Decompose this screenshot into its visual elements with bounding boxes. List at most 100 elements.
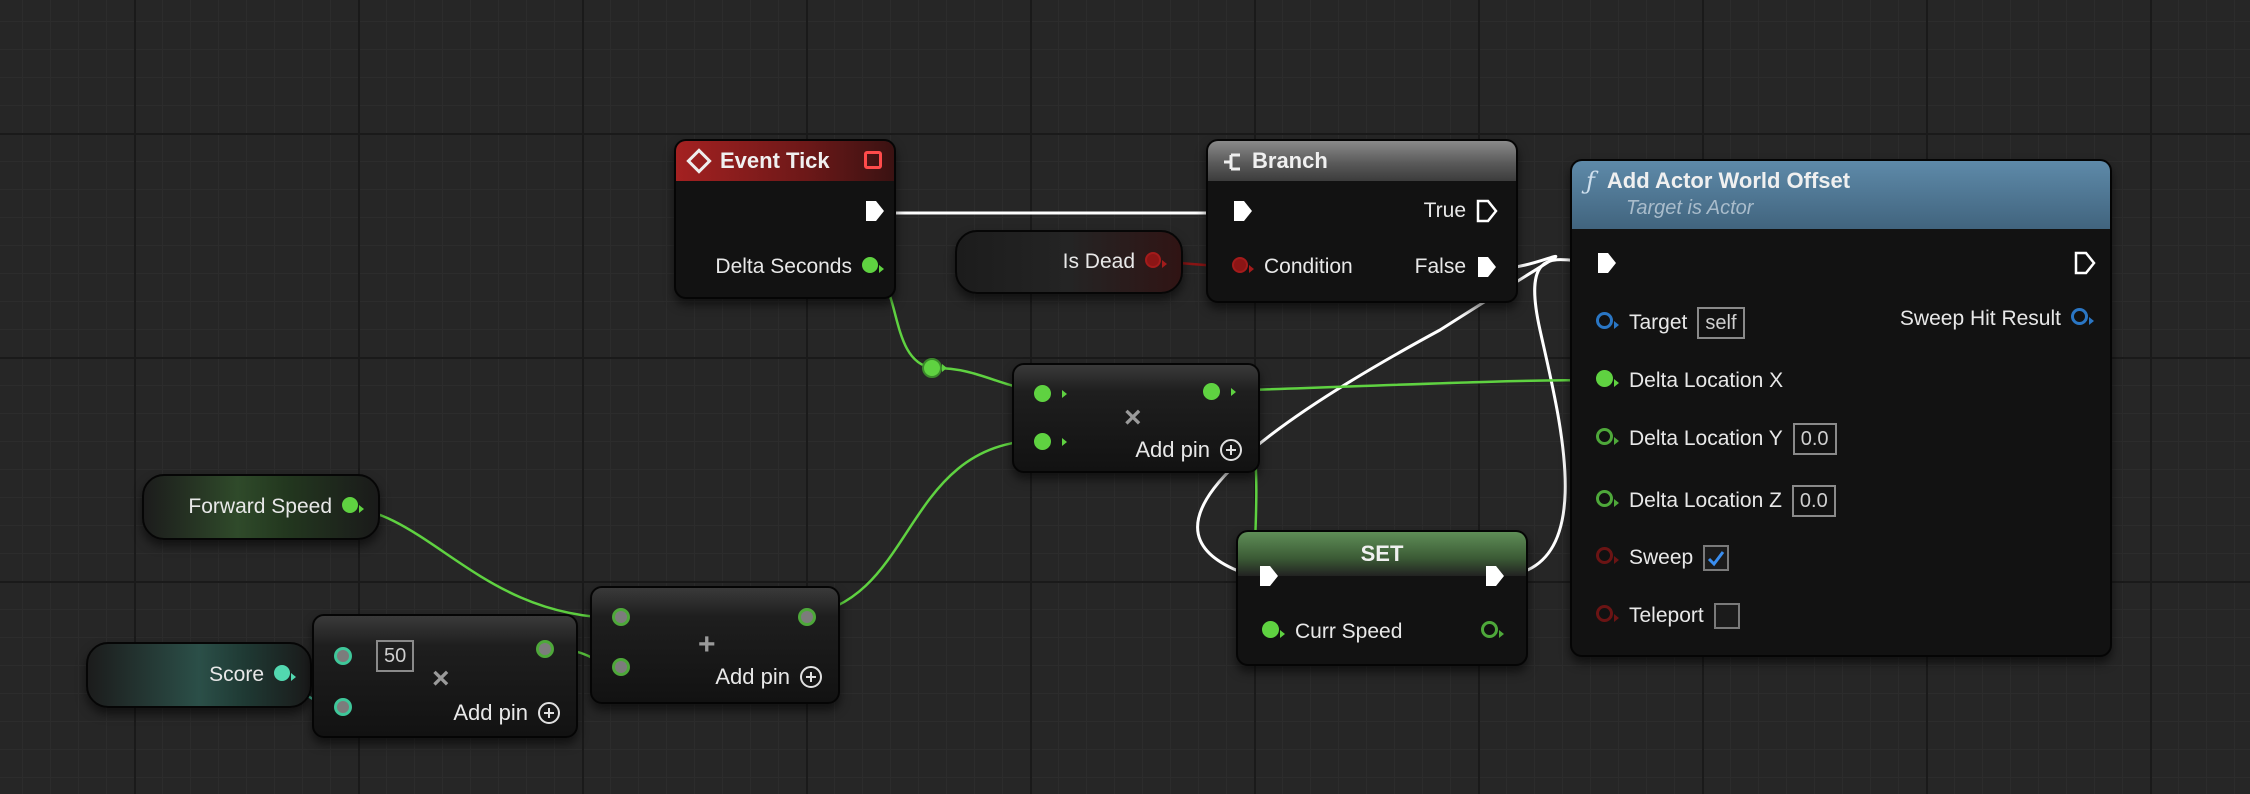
- checkmark-icon: [1708, 551, 1725, 567]
- function-icon: ƒ: [1586, 167, 1595, 195]
- exec-in-icon[interactable]: [1232, 199, 1254, 223]
- delta-x-row[interactable]: Delta Location X: [1596, 369, 1783, 393]
- sweep-pin[interactable]: [1596, 546, 1619, 570]
- add-pin-icon[interactable]: [1220, 439, 1242, 461]
- target-row[interactable]: Target self: [1596, 307, 1745, 339]
- sweep-hit-result-label: Sweep Hit Result: [1899, 307, 2061, 330]
- sweep-hit-result-row[interactable]: Sweep Hit Result: [1900, 307, 2094, 331]
- forward-speed-pin[interactable]: [342, 495, 364, 519]
- event-tick-title: Event Tick: [720, 148, 830, 173]
- sweep-row[interactable]: Sweep: [1596, 545, 1730, 571]
- add-input-b[interactable]: [612, 658, 630, 676]
- set-exec-out[interactable]: [1484, 564, 1506, 588]
- teleport-pin[interactable]: [1596, 604, 1619, 628]
- curr-speed-input-row[interactable]: Curr Speed: [1262, 620, 1402, 644]
- delta-x-label: Delta Location X: [1629, 369, 1784, 392]
- set-header: SET: [1238, 532, 1526, 576]
- offset-exec-in[interactable]: [1596, 251, 1618, 275]
- delta-y-row[interactable]: Delta Location Y 0.0: [1596, 423, 1837, 455]
- delta-y-pin[interactable]: [1596, 427, 1619, 451]
- target-value-box[interactable]: self: [1697, 307, 1745, 339]
- event-icon: [686, 148, 712, 174]
- multiply-top-input-b[interactable]: [1034, 433, 1067, 450]
- false-exec-pin[interactable]: [1476, 255, 1498, 279]
- event-tick-exec-out[interactable]: [864, 199, 886, 223]
- condition-pin[interactable]: [1232, 255, 1254, 279]
- offset-subtitle: Target is Actor: [1626, 197, 1754, 219]
- sweep-checkbox[interactable]: [1703, 545, 1730, 571]
- delta-z-label: Delta Location Z: [1629, 489, 1782, 512]
- exec-in-icon[interactable]: [1596, 251, 1618, 275]
- false-label: False: [1414, 255, 1466, 278]
- float-wire-forward-speed: [339, 504, 625, 620]
- multiply-node-top[interactable]: × Add pin: [1012, 363, 1260, 473]
- curr-speed-input-pin[interactable]: [1262, 620, 1285, 644]
- multiply-score-output[interactable]: [536, 640, 554, 658]
- offset-title: Add Actor World Offset: [1606, 168, 1851, 193]
- offset-header: ƒ Add Actor World Offset Target is Actor: [1572, 161, 2110, 229]
- sweep-label: Sweep: [1629, 546, 1694, 569]
- true-exec-pin[interactable]: [1476, 199, 1498, 223]
- exec-out-icon[interactable]: [864, 199, 886, 223]
- offset-exec-out[interactable]: [2074, 251, 2096, 275]
- multiply-top-output[interactable]: [1203, 383, 1236, 400]
- branch-icon: [1222, 151, 1242, 171]
- breakpoint-icon[interactable]: [864, 151, 882, 169]
- add-pin-label: Add pin: [1135, 437, 1210, 462]
- score-pin[interactable]: [274, 663, 296, 687]
- is-dead-pin[interactable]: [1145, 250, 1167, 274]
- multiply-icon: ×: [432, 662, 450, 695]
- forward-speed-variable[interactable]: Forward Speed: [142, 474, 380, 540]
- add-icon: +: [698, 628, 716, 661]
- condition-row[interactable]: Condition: [1232, 255, 1353, 279]
- delta-x-pin[interactable]: [1596, 369, 1619, 393]
- delta-z-pin[interactable]: [1596, 489, 1619, 513]
- condition-label: Condition: [1264, 255, 1353, 278]
- multiply-top-add-pin[interactable]: Add pin: [1135, 437, 1242, 463]
- add-output[interactable]: [798, 608, 816, 626]
- multiply-node-score[interactable]: 50 × Add pin: [312, 614, 578, 738]
- set-node[interactable]: SET Curr Speed: [1236, 530, 1528, 666]
- multiply-top-input-a[interactable]: [1034, 385, 1067, 402]
- forward-speed-label: Forward Speed: [188, 495, 332, 518]
- target-label: Target: [1629, 311, 1688, 334]
- delta-seconds-pin[interactable]: [862, 255, 884, 279]
- delta-y-value-box[interactable]: 0.0: [1792, 423, 1837, 455]
- delta-seconds-pin-row[interactable]: Delta Seconds: [715, 255, 884, 279]
- exec-out-icon[interactable]: [1484, 564, 1506, 588]
- delta-z-value-box[interactable]: 0.0: [1791, 485, 1836, 517]
- multiply-score-add-pin[interactable]: Add pin: [453, 700, 560, 726]
- curr-speed-output-row[interactable]: [1481, 620, 1504, 644]
- branch-node[interactable]: Branch True Condition False: [1206, 139, 1518, 303]
- float-wire-mult-offset: [1219, 378, 1606, 393]
- add-node[interactable]: + Add pin: [590, 586, 840, 704]
- target-pin[interactable]: [1596, 311, 1619, 335]
- score-label: Score: [209, 663, 264, 686]
- exec-out-icon[interactable]: [2074, 251, 2096, 275]
- set-exec-in[interactable]: [1258, 564, 1280, 588]
- teleport-checkbox[interactable]: [1713, 603, 1740, 629]
- multiply-score-input-a[interactable]: 50: [334, 640, 415, 672]
- teleport-row[interactable]: Teleport: [1596, 603, 1740, 629]
- add-pin-icon[interactable]: [538, 702, 560, 724]
- score-variable[interactable]: Score: [86, 642, 312, 708]
- add-node-add-pin[interactable]: Add pin: [715, 664, 822, 690]
- add-pin-icon[interactable]: [800, 666, 822, 688]
- branch-true-row[interactable]: True: [1424, 199, 1498, 223]
- event-tick-node[interactable]: Event Tick Delta Seconds: [674, 139, 896, 299]
- multiply-score-input-b[interactable]: [334, 698, 352, 716]
- curr-speed-label: Curr Speed: [1295, 620, 1403, 643]
- sweep-hit-result-pin[interactable]: [2071, 307, 2094, 331]
- curr-speed-output-pin[interactable]: [1481, 620, 1504, 644]
- float-wire-add-mult: [802, 438, 1046, 618]
- add-input-a[interactable]: [612, 608, 630, 626]
- branch-exec-in[interactable]: [1232, 199, 1254, 223]
- branch-false-row[interactable]: False: [1415, 255, 1498, 279]
- delta-z-row[interactable]: Delta Location Z 0.0: [1596, 485, 1836, 517]
- delta-seconds-label: Delta Seconds: [715, 255, 852, 278]
- true-label: True: [1423, 199, 1466, 222]
- add-actor-world-offset-node[interactable]: ƒ Add Actor World Offset Target is Actor…: [1570, 159, 2112, 657]
- literal-value-box[interactable]: 50: [376, 640, 415, 672]
- exec-in-icon[interactable]: [1258, 564, 1280, 588]
- is-dead-variable[interactable]: Is Dead: [955, 230, 1183, 294]
